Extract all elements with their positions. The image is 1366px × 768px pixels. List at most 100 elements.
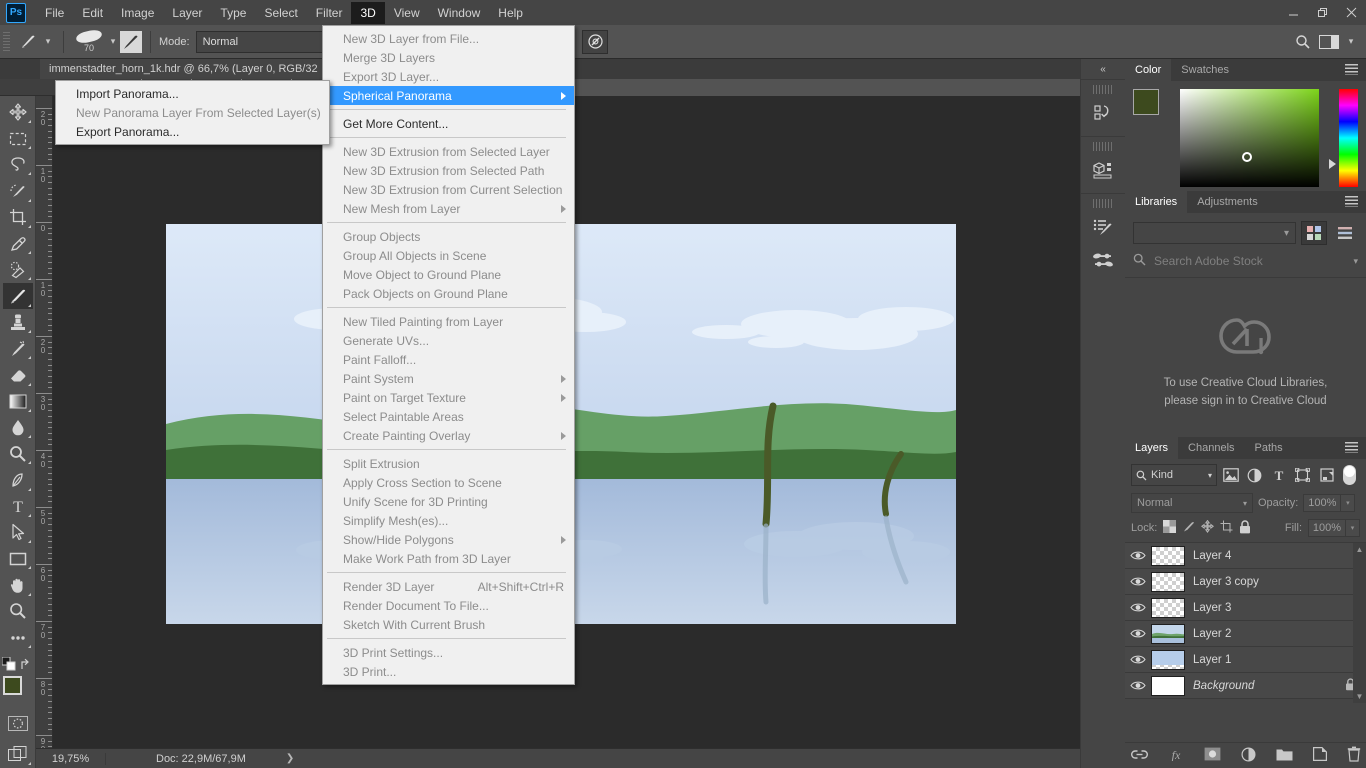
menu-item-simplify-meshes[interactable]: Simplify Mesh(es)... bbox=[323, 511, 574, 530]
screen-mode-icon[interactable] bbox=[3, 742, 33, 767]
vertical-ruler[interactable]: 2 0 1 0 0 1 0 2 0 3 0 4 0 5 0 6 0 7 0 8 0 9 0 bbox=[36, 96, 53, 748]
layer-thumbnail[interactable] bbox=[1151, 649, 1185, 670]
opacity-chevron-down-icon[interactable]: ▾ bbox=[1341, 494, 1356, 512]
tab-color[interactable]: Color bbox=[1125, 59, 1172, 81]
tool-edit-toolbar[interactable] bbox=[3, 625, 33, 650]
restore-button[interactable] bbox=[1308, 0, 1337, 25]
close-button[interactable] bbox=[1337, 0, 1366, 25]
menu-item-generate-uvs[interactable]: Generate UVs... bbox=[323, 331, 574, 350]
collapse-panels-icon[interactable]: « bbox=[1081, 59, 1125, 79]
3d-panel-icon[interactable] bbox=[1081, 153, 1125, 187]
tab-libraries[interactable]: Libraries bbox=[1125, 191, 1188, 213]
menu-item-make-work-path-from-3d-layer[interactable]: Make Work Path from 3D Layer bbox=[323, 549, 574, 568]
grid-view-icon[interactable] bbox=[1301, 221, 1327, 245]
menu-file[interactable]: File bbox=[36, 2, 73, 24]
menu-item-get-more-content[interactable]: Get More Content... bbox=[323, 114, 574, 133]
link-layers-icon[interactable] bbox=[1130, 749, 1148, 763]
filter-enable-toggle[interactable] bbox=[1343, 465, 1356, 485]
menu-item-export-3d-layer[interactable]: Export 3D Layer... bbox=[323, 67, 574, 86]
new-layer-icon[interactable] bbox=[1312, 747, 1327, 764]
lock-all-icon[interactable] bbox=[1239, 519, 1251, 537]
layer-style-fx-icon[interactable]: fx bbox=[1168, 747, 1184, 764]
tool-zoom[interactable] bbox=[3, 599, 33, 624]
tool-quick-selection[interactable] bbox=[3, 178, 33, 203]
menu-view[interactable]: View bbox=[385, 2, 429, 24]
foreground-color-swatch[interactable] bbox=[2, 676, 22, 696]
new-group-icon[interactable] bbox=[1276, 748, 1293, 764]
layer-visibility-toggle[interactable] bbox=[1125, 628, 1151, 639]
menu-item-new-3d-extrusion-from-selected-path[interactable]: New 3D Extrusion from Selected Path bbox=[323, 161, 574, 180]
menu-item-merge-3d-layers[interactable]: Merge 3D Layers bbox=[323, 48, 574, 67]
tool-history-brush[interactable] bbox=[3, 336, 33, 361]
tab-swatches[interactable]: Swatches bbox=[1171, 59, 1239, 81]
menu-filter[interactable]: Filter bbox=[307, 2, 352, 24]
layer-list[interactable]: Layer 4 Layer 3 copy Layer 3 Layer 2 Lay… bbox=[1125, 542, 1366, 703]
dock-grip[interactable] bbox=[1093, 199, 1113, 208]
shape-filter-icon[interactable] bbox=[1292, 465, 1313, 486]
filter-kind-select[interactable]: Kind ▾ bbox=[1131, 464, 1217, 486]
default-colors-icon[interactable] bbox=[1, 656, 16, 674]
layer-visibility-toggle[interactable] bbox=[1125, 576, 1151, 587]
workspace-icon[interactable] bbox=[1316, 30, 1342, 54]
layer-thumbnail[interactable] bbox=[1151, 571, 1185, 592]
menu-item-new-tiled-painting-from-layer[interactable]: New Tiled Painting from Layer bbox=[323, 312, 574, 331]
layer-thumbnail[interactable] bbox=[1151, 623, 1185, 644]
tool-dodge[interactable] bbox=[3, 441, 33, 466]
tool-clone-stamp[interactable] bbox=[3, 310, 33, 335]
menu-item-new-3d-extrusion-from-selected-layer[interactable]: New 3D Extrusion from Selected Layer bbox=[323, 142, 574, 161]
menu-item-render-document-to-file[interactable]: Render Document To File... bbox=[323, 596, 574, 615]
table-row[interactable]: Layer 4 bbox=[1125, 543, 1366, 569]
menu-item-split-extrusion[interactable]: Split Extrusion bbox=[323, 454, 574, 473]
layer-name[interactable]: Layer 3 bbox=[1193, 602, 1231, 614]
fill-value[interactable]: 100% bbox=[1308, 519, 1346, 537]
scroll-up-icon[interactable]: ▲ bbox=[1353, 543, 1366, 556]
delete-layer-icon[interactable] bbox=[1347, 746, 1361, 765]
brush-tool-icon[interactable] bbox=[15, 30, 41, 54]
dock-grip[interactable] bbox=[1093, 85, 1113, 94]
scroll-down-icon[interactable]: ▼ bbox=[1353, 690, 1366, 703]
quick-mask-icon[interactable] bbox=[3, 711, 33, 736]
menu-item-move-object-to-ground-plane[interactable]: Move Object to Ground Plane bbox=[323, 265, 574, 284]
table-row[interactable]: Layer 3 bbox=[1125, 595, 1366, 621]
menu-item-sketch-with-current-brush[interactable]: Sketch With Current Brush bbox=[323, 615, 574, 634]
menu-item-3d-print-settings[interactable]: 3D Print Settings... bbox=[323, 643, 574, 662]
tool-type[interactable]: T bbox=[3, 494, 33, 519]
layer-thumbnail[interactable] bbox=[1151, 545, 1185, 566]
search-input[interactable]: Search Adobe Stock bbox=[1154, 254, 1353, 268]
library-select[interactable]: ▾ bbox=[1133, 222, 1296, 244]
smartobject-filter-icon[interactable] bbox=[1316, 465, 1337, 486]
hue-slider-marker[interactable] bbox=[1329, 159, 1337, 169]
tool-spot-healing-brush[interactable] bbox=[3, 257, 33, 282]
libraries-panel-menu-icon[interactable] bbox=[1345, 196, 1358, 207]
layer-name[interactable]: Background bbox=[1193, 680, 1254, 692]
history-panel-icon[interactable] bbox=[1081, 96, 1125, 130]
tool-path-selection[interactable] bbox=[3, 520, 33, 545]
lock-position-icon[interactable] bbox=[1201, 519, 1215, 536]
menu-item-new-3d-layer-from-file[interactable]: New 3D Layer from File... bbox=[323, 29, 574, 48]
tab-adjustments[interactable]: Adjustments bbox=[1187, 191, 1268, 213]
layer-mask-icon[interactable] bbox=[1204, 747, 1221, 764]
type-filter-icon[interactable]: T bbox=[1268, 465, 1289, 486]
menu-3d[interactable]: 3D bbox=[351, 1, 385, 24]
fill-chevron-down-icon[interactable]: ▾ bbox=[1346, 519, 1360, 537]
menu-item-render-3d-layer[interactable]: Render 3D Layer Alt+Shift+Ctrl+R bbox=[323, 577, 574, 596]
layer-visibility-toggle[interactable] bbox=[1125, 550, 1151, 561]
tool-crop[interactable] bbox=[3, 205, 33, 230]
hue-slider[interactable] bbox=[1329, 89, 1358, 187]
lock-image-icon[interactable] bbox=[1182, 520, 1195, 536]
menu-item-pack-objects-on-ground-plane[interactable]: Pack Objects on Ground Plane bbox=[323, 284, 574, 303]
tool-blur[interactable] bbox=[3, 415, 33, 440]
tab-paths[interactable]: Paths bbox=[1245, 437, 1293, 459]
color-picker-marker[interactable] bbox=[1242, 152, 1253, 162]
layers-scrollbar[interactable]: ▲ ▼ bbox=[1353, 543, 1366, 703]
tool-eyedropper[interactable] bbox=[3, 231, 33, 256]
layer-visibility-toggle[interactable] bbox=[1125, 654, 1151, 665]
tool-eraser[interactable] bbox=[3, 362, 33, 387]
menu-item-new-mesh-from-layer[interactable]: New Mesh from Layer bbox=[323, 199, 574, 218]
table-row[interactable]: Layer 2 bbox=[1125, 621, 1366, 647]
brush-tool-chevron-down-icon[interactable]: ▾ bbox=[41, 36, 55, 47]
search-icon[interactable] bbox=[1290, 30, 1316, 54]
menu-item-apply-cross-section-to-scene[interactable]: Apply Cross Section to Scene bbox=[323, 473, 574, 492]
menu-item-unify-scene-for-3d-printing[interactable]: Unify Scene for 3D Printing bbox=[323, 492, 574, 511]
tool-brush[interactable] bbox=[2, 283, 33, 309]
